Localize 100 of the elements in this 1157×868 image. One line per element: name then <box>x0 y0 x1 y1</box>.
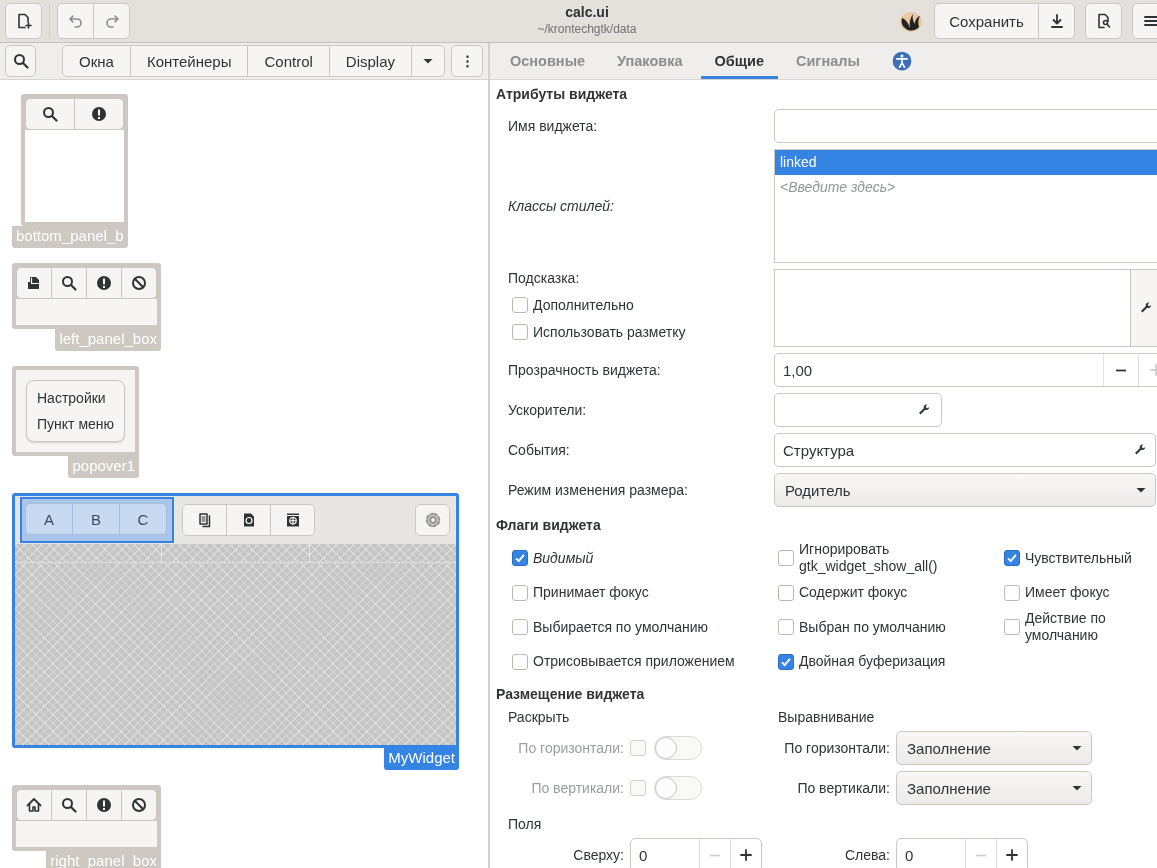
block-icon <box>131 797 147 813</box>
resize-mode-dropdown[interactable]: Родитель <box>774 473 1156 507</box>
window-title: calc.ui <box>565 4 609 21</box>
toolbar-button[interactable] <box>51 267 87 299</box>
search-icon <box>41 106 58 122</box>
widget-label: bottom_panel_b <box>12 226 128 248</box>
new-document-icon <box>15 13 32 29</box>
letter-button[interactable]: A <box>25 503 73 535</box>
margin-spin-field[interactable]: 0 <box>896 838 1028 868</box>
accelerators-field[interactable] <box>774 393 942 427</box>
checkbox[interactable] <box>778 653 794 670</box>
palette-group-button[interactable]: Контейнеры <box>129 45 249 77</box>
checkbox[interactable] <box>1004 550 1020 567</box>
checkbox[interactable] <box>1004 619 1020 636</box>
toolbar-button[interactable] <box>16 267 52 299</box>
undo-button[interactable] <box>57 3 94 39</box>
toolbar-button[interactable] <box>86 789 122 821</box>
search-icon <box>61 797 77 813</box>
search-button[interactable] <box>5 45 37 77</box>
menu-item[interactable]: Настройки <box>37 385 115 411</box>
toolbar-button[interactable] <box>182 504 227 536</box>
button-group[interactable]: A B C <box>20 497 174 543</box>
checkbox-label: Игнорировать gtk_widget_show_all() <box>799 541 939 576</box>
toolbar-button[interactable] <box>270 504 315 536</box>
more-groups-button[interactable] <box>411 45 445 77</box>
new-button[interactable] <box>5 3 42 39</box>
toolbar-button[interactable] <box>24 98 75 130</box>
placeholder-text: <Введите здесь> <box>779 178 897 197</box>
checkbox[interactable] <box>512 297 528 313</box>
name-field[interactable] <box>774 109 1157 143</box>
gear-icon <box>424 512 441 528</box>
toolbar-button[interactable] <box>226 504 271 536</box>
margin-spin-field[interactable]: 0 <box>630 838 762 868</box>
checkbox[interactable] <box>512 619 528 636</box>
widget-frame[interactable]: Настройки Пункт меню <box>12 366 140 456</box>
checkbox[interactable] <box>778 619 794 636</box>
checkbox[interactable] <box>778 550 794 567</box>
field-label: По горизонтали: <box>517 740 624 756</box>
wrench-icon <box>917 403 931 417</box>
checkbox-label: Чувствительный <box>1025 549 1132 567</box>
search-icon <box>12 53 29 69</box>
palette-group-button[interactable]: Control <box>247 45 330 77</box>
menu-item[interactable]: Пункт меню <box>37 411 115 437</box>
palette-group-button[interactable]: Display <box>328 45 412 77</box>
save-button[interactable]: Сохранить <box>934 3 1039 39</box>
checkbox-label: Действие по умолчанию <box>1025 610 1107 645</box>
checkbox-label: Принимает фокус <box>533 584 649 602</box>
field-label: Подсказка: <box>508 270 581 286</box>
checkbox[interactable] <box>512 584 528 601</box>
toolbar-button[interactable] <box>121 789 157 821</box>
widget-frame[interactable] <box>12 263 161 329</box>
field-label: Режим изменения размера: <box>508 482 689 498</box>
toolbar-button[interactable] <box>121 267 157 299</box>
wrench-icon <box>1133 443 1147 457</box>
alignment-dropdown[interactable]: Заполнение <box>896 771 1092 805</box>
list-item[interactable]: linked <box>775 150 1157 175</box>
preview-button[interactable] <box>1085 3 1122 39</box>
settings-button[interactable] <box>415 504 450 536</box>
checkbox[interactable] <box>778 584 794 601</box>
widget-frame[interactable]: A B C <box>12 493 459 748</box>
checkbox-label: Содержит фокус <box>799 584 908 602</box>
pages-icon <box>196 512 213 528</box>
checkbox-label: Отрисовывается приложением <box>533 653 735 671</box>
events-field[interactable]: Структура <box>774 433 1156 467</box>
tab[interactable]: Общие <box>700 43 778 79</box>
palette-group-button[interactable]: Окна <box>62 45 131 77</box>
opacity-spin-field[interactable]: 1,00 <box>774 353 1157 387</box>
plus-icon <box>1004 847 1020 863</box>
checkbox[interactable] <box>512 550 528 567</box>
letter-button[interactable]: C <box>119 503 167 535</box>
letter-button[interactable]: B <box>72 503 120 535</box>
section-title: Атрибуты виджета <box>496 85 629 103</box>
field-value: Структура <box>783 441 855 459</box>
field-label: Классы стилей: <box>508 198 615 214</box>
style-class-list[interactable]: linked <Введите здесь> <box>774 149 1157 263</box>
checkbox-label: Использовать разметку <box>533 324 686 340</box>
toolbar-button[interactable] <box>73 98 124 130</box>
widget-label: left_panel_box <box>55 329 161 351</box>
plus-icon <box>738 847 754 863</box>
tooltip-field[interactable] <box>774 269 1131 347</box>
widget-label: popover1 <box>68 456 140 478</box>
alignment-dropdown[interactable]: Заполнение <box>896 731 1092 765</box>
save-as-button[interactable] <box>1038 3 1075 39</box>
redo-button[interactable] <box>93 3 130 39</box>
checkbox-label: Дополнительно <box>533 297 634 313</box>
minus-icon <box>975 853 987 857</box>
toolbar-button[interactable] <box>86 267 122 299</box>
widget-frame[interactable] <box>12 785 161 851</box>
film-icon <box>284 512 301 528</box>
checkbox[interactable] <box>1004 584 1020 601</box>
minus-icon <box>709 853 721 857</box>
more-icon <box>465 54 469 68</box>
more-button[interactable] <box>451 45 483 77</box>
checkbox[interactable] <box>512 653 528 670</box>
toolbar-button[interactable] <box>16 789 52 821</box>
spin-value: 0 <box>904 845 915 866</box>
widget-label: MyWidget <box>384 748 459 770</box>
checkbox[interactable] <box>512 324 528 340</box>
block-icon <box>131 275 147 291</box>
toolbar-button[interactable] <box>51 789 87 821</box>
